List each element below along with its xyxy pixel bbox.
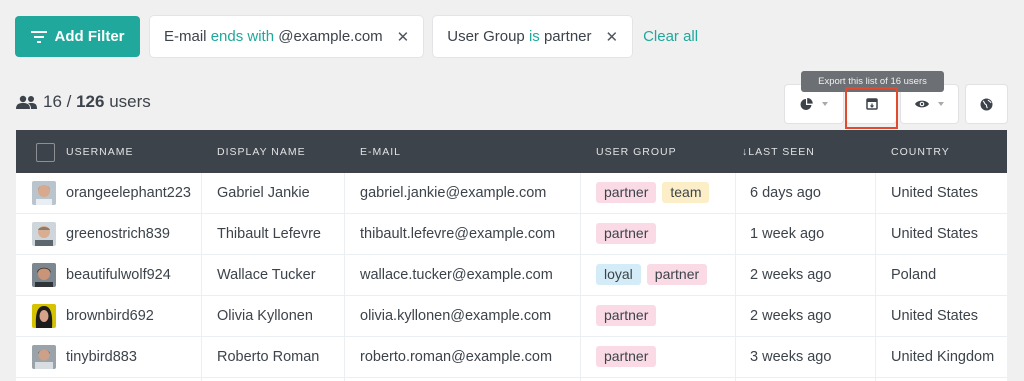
display-name: Wallace Tucker xyxy=(217,267,316,283)
pie-chart-icon xyxy=(800,97,813,110)
filter-operator: ends with xyxy=(210,28,275,45)
users-table: USERNAME DISPLAY NAME E-MAIL USER GROUP … xyxy=(16,130,1007,381)
count-separator: / xyxy=(61,92,77,111)
table-row[interactable]: tinybird883 Roberto Roman roberto.roman@… xyxy=(16,337,1007,378)
filter-chip-email[interactable]: E-mail ends with @example.com ✕ xyxy=(150,16,424,57)
avatar xyxy=(32,345,56,369)
table-row[interactable]: brownbird692 Olivia Kyllonen olivia.kyll… xyxy=(16,296,1007,337)
filter-operator: is xyxy=(528,28,540,45)
country: Poland xyxy=(891,267,937,283)
column-header-username[interactable]: USERNAME xyxy=(66,146,134,158)
username[interactable]: orangeelephant223 xyxy=(66,185,191,201)
filter-field: E-mail xyxy=(164,28,207,45)
users-icon xyxy=(16,95,37,109)
filter-chip-user-group[interactable]: User Group is partner ✕ xyxy=(433,16,633,57)
filtered-count: 16 xyxy=(43,92,62,111)
group-tag-partner: partner xyxy=(596,346,657,367)
table-row[interactable]: beautifulwolf924 Wallace Tucker wallace.… xyxy=(16,255,1007,296)
user-counter: 16 / 126 users xyxy=(16,92,151,112)
export-icon xyxy=(865,98,878,110)
filter-value: partner xyxy=(543,28,592,45)
filter-bar: Add Filter E-mail ends with @example.com… xyxy=(15,16,698,57)
display-name: Olivia Kyllonen xyxy=(217,308,313,324)
email: wallace.tucker@example.com xyxy=(360,267,553,283)
export-tooltip: Export this list of 16 users xyxy=(801,71,944,92)
username[interactable]: beautifulwolf924 xyxy=(66,267,171,283)
group-tag-loyal: loyal xyxy=(596,264,641,285)
table-row[interactable]: orangeelephant223 Gabriel Jankie gabriel… xyxy=(16,173,1007,214)
map-view-button[interactable] xyxy=(966,85,1007,123)
email: thibault.lefevre@example.com xyxy=(360,226,556,242)
table-row[interactable]: greenostrich839 Thibault Lefevre thibaul… xyxy=(16,214,1007,255)
remove-filter-icon[interactable]: ✕ xyxy=(397,28,410,46)
filter-icon xyxy=(30,30,47,43)
avatar xyxy=(32,181,56,205)
last-seen: 2 weeks ago xyxy=(750,267,832,283)
eye-icon xyxy=(915,100,929,108)
add-filter-label: Add Filter xyxy=(54,28,125,45)
remove-filter-icon[interactable]: ✕ xyxy=(606,28,619,46)
avatar xyxy=(32,263,56,287)
display-name: Gabriel Jankie xyxy=(217,185,310,201)
table-header: USERNAME DISPLAY NAME E-MAIL USER GROUP … xyxy=(16,130,1007,173)
select-all-checkbox[interactable] xyxy=(36,143,55,162)
last-seen: 3 weeks ago xyxy=(750,349,832,365)
group-tag-partner: partner xyxy=(596,182,657,203)
country: United Kingdom xyxy=(891,349,995,365)
country: United States xyxy=(891,226,979,242)
last-seen: 2 weeks ago xyxy=(750,308,832,324)
group-tag-partner: partner xyxy=(596,305,657,326)
group-tag-partner: partner xyxy=(596,223,657,244)
column-header-user-group[interactable]: USER GROUP xyxy=(596,146,677,158)
avatar xyxy=(32,222,56,246)
column-header-email[interactable]: E-MAIL xyxy=(360,146,401,158)
globe-icon xyxy=(980,98,993,110)
last-seen: 1 week ago xyxy=(750,226,825,242)
username[interactable]: tinybird883 xyxy=(66,349,137,365)
username[interactable]: greenostrich839 xyxy=(66,226,170,242)
group-tag-team: team xyxy=(662,182,710,203)
add-filter-button[interactable]: Add Filter xyxy=(15,16,140,57)
display-name: Thibault Lefevre xyxy=(217,226,321,242)
country: United States xyxy=(891,308,979,324)
column-header-last-seen[interactable]: ↓LAST SEEN xyxy=(742,146,815,158)
group-tag-partner: partner xyxy=(646,264,708,285)
email: olivia.kyllonen@example.com xyxy=(360,308,552,324)
display-name: Roberto Roman xyxy=(217,349,320,365)
clear-all-link[interactable]: Clear all xyxy=(643,28,698,45)
country: United States xyxy=(891,185,979,201)
username[interactable]: brownbird692 xyxy=(66,308,154,324)
email: roberto.roman@example.com xyxy=(360,349,553,365)
filter-field: User Group xyxy=(447,28,525,45)
count-unit: users xyxy=(104,92,151,111)
last-seen: 6 days ago xyxy=(750,185,821,201)
total-count: 126 xyxy=(76,92,105,111)
email: gabriel.jankie@example.com xyxy=(360,185,547,201)
filter-value: @example.com xyxy=(278,28,383,45)
chevron-down-icon xyxy=(938,102,944,106)
avatar xyxy=(32,304,56,328)
column-header-display-name[interactable]: DISPLAY NAME xyxy=(217,146,306,158)
column-header-country[interactable]: COUNTRY xyxy=(891,146,950,158)
chevron-down-icon xyxy=(822,102,828,106)
